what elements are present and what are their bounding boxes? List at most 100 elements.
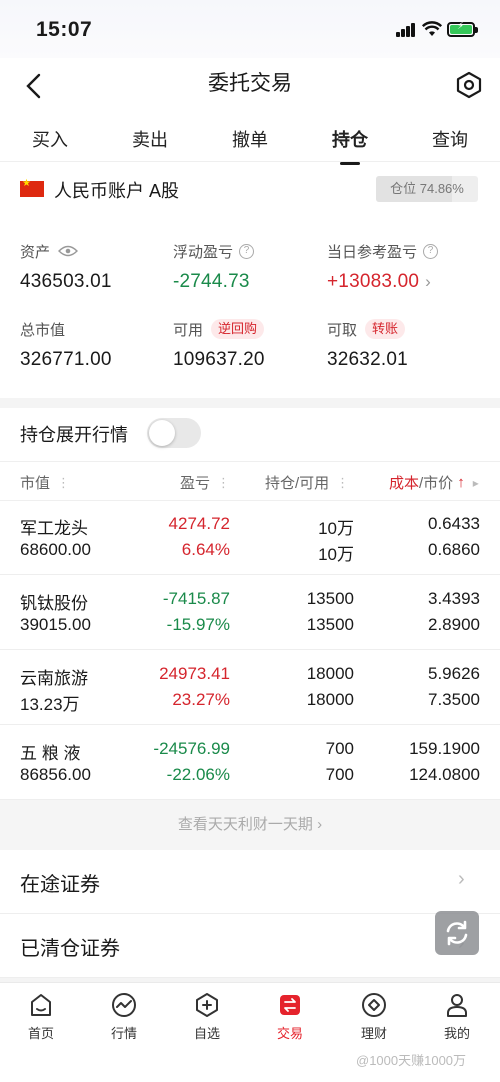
market-value: 326771.00 <box>20 349 112 370</box>
chevron-right-icon: › <box>425 272 432 291</box>
table-row[interactable]: 钒钛股份 39015.00 -7415.87 -15.97% 13500 135… <box>0 576 500 650</box>
china-flag-icon: ★ <box>20 178 44 197</box>
nav-finance[interactable]: 理财 <box>344 992 404 1042</box>
tab-cancel[interactable]: 撤单 <box>220 126 280 152</box>
nav-profile-label: 我的 <box>443 1026 470 1041</box>
market-value-label: 总市值 <box>20 321 66 339</box>
float-pl-label: 浮动盈亏 <box>173 243 234 261</box>
withdrawable-label: 可取 <box>327 321 358 339</box>
refresh-button[interactable] <box>435 911 479 955</box>
sort-dots-icon: ⋮ <box>57 474 71 490</box>
help-icon[interactable]: ? <box>423 243 439 259</box>
finance-icon <box>362 993 386 1017</box>
stock-available: 10万 <box>318 545 354 564</box>
stock-cost: 5.9626 <box>428 664 480 683</box>
stock-available: 700 <box>325 765 354 784</box>
cellular-signal-icon <box>396 23 416 37</box>
stock-name: 军工龙头 <box>20 519 88 538</box>
sort-up-arrow-icon: ↑ <box>457 474 465 491</box>
table-row[interactable]: 云南旅游 13.23万 24973.41 23.27% 18000 18000 … <box>0 651 500 725</box>
expand-quotes-toggle[interactable] <box>147 418 201 448</box>
header-holding-label: 持仓/可用 <box>265 475 330 492</box>
eye-icon[interactable] <box>58 245 79 257</box>
more-products-link[interactable]: 查看天天利财一天期 › <box>0 800 500 850</box>
toggle-knob <box>149 420 175 446</box>
stock-holding: 18000 <box>306 664 354 683</box>
available-label: 可用 <box>173 321 204 339</box>
assets-cell: 资产 436503.01 <box>20 240 112 293</box>
account-name[interactable]: 人民币账户 A股 <box>54 177 179 203</box>
stock-price: 7.3500 <box>428 690 480 709</box>
transfer-button[interactable]: 转账 <box>365 319 406 339</box>
nav-trade-label: 交易 <box>276 1026 303 1041</box>
stock-cost: 0.6433 <box>428 514 480 533</box>
header-pl-label: 盈亏 <box>180 475 211 492</box>
header-cost-price[interactable]: 成本/市价 ↑ ▸ <box>389 472 479 493</box>
stock-pl-pct: 6.64% <box>181 540 230 559</box>
nav-watchlist[interactable]: 自选 <box>177 992 237 1042</box>
trade-tabs: 买入 卖出 撤单 持仓 查询 <box>0 114 500 165</box>
nav-home[interactable]: 首页 <box>11 992 71 1042</box>
in-transit-securities-link[interactable]: 在途证券 › <box>0 850 500 914</box>
section-divider <box>0 398 500 408</box>
stock-holding: 13500 <box>306 589 354 608</box>
stock-price: 124.0800 <box>409 765 480 784</box>
stock-name: 钒钛股份 <box>20 594 88 613</box>
day-pl-value: +13083.00 <box>327 271 420 292</box>
table-row[interactable]: 五 粮 液 86856.00 -24576.99 -22.06% 700 700… <box>0 726 500 800</box>
stock-market-value: 86856.00 <box>20 765 91 784</box>
header-holding[interactable]: 持仓/可用 ⋮ <box>265 472 349 493</box>
stock-holding: 700 <box>325 739 354 758</box>
assets-value: 436503.01 <box>20 271 112 292</box>
stock-pl-pct: 23.27% <box>172 690 230 709</box>
expand-quotes-row: 持仓展开行情 <box>0 408 500 458</box>
wifi-icon <box>421 21 443 40</box>
status-time: 15:07 <box>36 18 93 41</box>
stock-cost: 3.4393 <box>428 589 480 608</box>
add-watchlist-icon <box>196 993 218 1017</box>
nav-finance-label: 理财 <box>360 1026 387 1041</box>
float-pl-value: -2744.73 <box>173 271 250 292</box>
withdrawable-cell: 可取 转账 32632.01 <box>327 318 408 371</box>
table-row[interactable]: 军工龙头 68600.00 4274.72 6.64% 10万 10万 0.64… <box>0 501 500 575</box>
stock-pl-pct: -22.06% <box>166 765 230 784</box>
stock-pl-pct: -15.97% <box>166 615 230 634</box>
position-ratio-badge: 仓位 74.86% <box>376 176 478 202</box>
hexagon-settings-icon <box>456 71 482 99</box>
tab-positions[interactable]: 持仓 <box>320 126 380 165</box>
nav-market-label: 行情 <box>110 1026 137 1041</box>
tab-sell[interactable]: 卖出 <box>120 126 180 152</box>
nav-trade[interactable]: 交易 <box>260 992 320 1042</box>
cleared-securities-link[interactable]: 已清仓证券 › <box>0 914 500 978</box>
status-bar: 15:07 <box>0 0 500 58</box>
header-cost-label: 成本 <box>389 475 420 492</box>
battery-charging-icon <box>447 21 478 37</box>
position-ratio-label: 仓位 74.86% <box>390 181 464 196</box>
tab-query[interactable]: 查询 <box>420 126 480 152</box>
chart-icon <box>112 993 136 1017</box>
cleared-securities-label: 已清仓证券 <box>20 938 120 960</box>
refresh-icon <box>446 920 468 946</box>
trade-icon <box>280 995 300 1015</box>
help-icon[interactable]: ? <box>239 243 255 259</box>
float-pl-cell: 浮动盈亏? -2744.73 <box>173 240 255 293</box>
nav-market[interactable]: 行情 <box>94 992 154 1042</box>
header-market-value[interactable]: 市值 ⋮ <box>20 472 70 493</box>
home-icon <box>31 994 51 1016</box>
settings-button[interactable] <box>455 71 483 99</box>
assets-label: 资产 <box>20 243 51 261</box>
header-market-value-label: 市值 <box>20 475 51 492</box>
stock-name: 五 粮 液 <box>20 744 81 763</box>
caret-right-icon: ▸ <box>472 475 479 490</box>
stock-holding: 10万 <box>318 519 354 538</box>
nav-watchlist-label: 自选 <box>193 1026 220 1041</box>
stock-pl: 24973.41 <box>159 664 230 683</box>
page-title: 委托交易 <box>208 72 292 95</box>
stock-market-value: 68600.00 <box>20 540 91 559</box>
nav-profile[interactable]: 我的 <box>427 992 487 1042</box>
tab-buy[interactable]: 买入 <box>20 126 80 152</box>
header-pl[interactable]: 盈亏 ⋮ <box>180 472 230 493</box>
reverse-repo-button[interactable]: 逆回购 <box>211 319 265 339</box>
day-pl-cell[interactable]: 当日参考盈亏? +13083.00 › <box>327 240 439 293</box>
chevron-right-icon: › <box>317 816 323 833</box>
